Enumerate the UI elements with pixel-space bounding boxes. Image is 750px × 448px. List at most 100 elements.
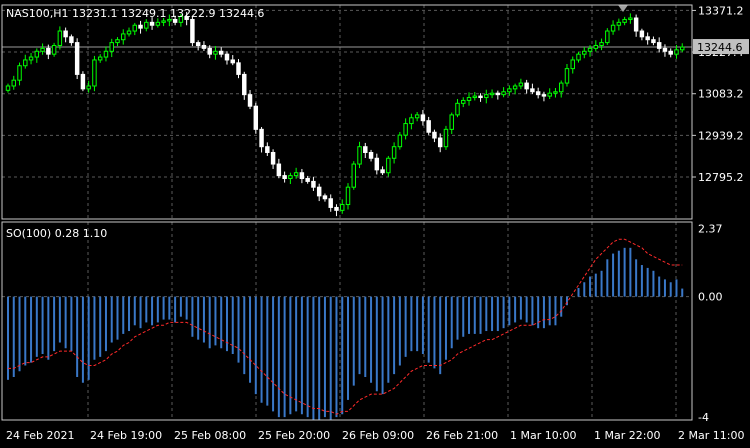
candle-body <box>628 17 633 20</box>
osc-y-tick-label: 0.00 <box>698 291 723 304</box>
candle-body <box>311 180 316 188</box>
candle-body <box>576 53 581 61</box>
candle-body <box>403 123 408 136</box>
y-tick-label: 12795.2 <box>698 171 744 184</box>
candle-body <box>564 68 570 84</box>
candle-body <box>541 94 547 97</box>
candle-body <box>218 50 224 55</box>
candle-body <box>138 24 143 29</box>
y-tick-label: 12939.2 <box>698 129 744 142</box>
x-tick-label: 26 Feb 09:00 <box>342 429 414 442</box>
candle-body <box>553 91 558 94</box>
candle-body <box>489 92 495 96</box>
candle-body <box>282 175 287 180</box>
y-tick-label: 13083.2 <box>698 88 744 101</box>
candle-body <box>224 53 230 61</box>
candle-body <box>34 50 40 58</box>
candle-body <box>155 21 161 26</box>
candle-body <box>265 146 270 153</box>
candle-body <box>437 137 443 148</box>
candle-body <box>11 79 16 87</box>
price-tag-label: 13244.6 <box>697 41 743 54</box>
candle-body <box>74 42 80 75</box>
candle-body <box>680 46 685 51</box>
candle-body <box>288 175 293 180</box>
candle-body <box>115 39 120 44</box>
candle-body <box>351 163 356 188</box>
candle-body <box>651 39 656 44</box>
price-chart-svg[interactable]: 24 Feb 2021 24 Feb 19:00 25 Feb 08:00 25 Fe… <box>0 0 750 444</box>
candle-body <box>17 65 22 81</box>
candle-body <box>645 36 650 41</box>
candle-body <box>161 20 166 23</box>
x-tick-label: 1 Mar 10:00 <box>510 429 576 442</box>
candle-body <box>455 102 460 116</box>
candle-body <box>40 47 45 52</box>
candle-body <box>328 198 333 208</box>
candle-body <box>247 94 253 107</box>
candle-body <box>69 36 74 44</box>
x-tick-label: 25 Feb 20:00 <box>258 429 330 442</box>
candle-body <box>51 44 57 55</box>
candle-body <box>132 24 138 32</box>
osc-y-tick-label: -4 <box>698 411 709 424</box>
candle-body <box>639 30 645 38</box>
candle-body <box>495 92 501 96</box>
candle-body <box>126 30 132 35</box>
candle-body <box>340 204 345 211</box>
x-tick-label: 1 Mar 22:00 <box>594 429 660 442</box>
candle-body <box>368 151 374 159</box>
candle-body <box>599 42 604 46</box>
candle-body <box>426 120 431 133</box>
candle-body <box>201 44 207 49</box>
candle-body <box>443 128 449 148</box>
candle-body <box>518 82 524 87</box>
candle-body <box>530 88 535 93</box>
y-tick-label: 13371.2 <box>698 4 744 17</box>
candle-body <box>535 91 541 96</box>
candle-body <box>230 59 235 64</box>
candle-body <box>582 50 587 55</box>
candle-body <box>547 92 552 97</box>
candle-body <box>593 44 599 49</box>
candle-body <box>633 17 639 32</box>
candle-body <box>121 33 126 41</box>
x-tick-label: 26 Feb 21:00 <box>426 429 498 442</box>
candle-body <box>587 47 593 52</box>
candle-body <box>674 49 679 55</box>
candle-body <box>80 73 86 90</box>
candle-body <box>253 105 259 130</box>
candle-body <box>195 42 201 46</box>
candle-body <box>103 50 109 58</box>
candle-body <box>363 146 368 153</box>
candle-body <box>28 56 34 61</box>
candle-body <box>299 172 305 180</box>
candle-body <box>334 206 339 211</box>
candle-body <box>397 134 403 148</box>
candle-body <box>207 47 212 55</box>
candle-body <box>461 99 466 104</box>
candle-body <box>374 157 380 171</box>
candle-body <box>558 82 564 93</box>
candle-body <box>656 42 662 49</box>
candle-body <box>97 56 103 61</box>
candle-body <box>616 21 622 26</box>
candle-body <box>46 47 51 55</box>
candle-body <box>409 117 414 125</box>
candle-body <box>270 151 276 165</box>
candle-body <box>144 21 149 29</box>
indicator-label: SO(100) 0.28 1.10 <box>6 227 107 240</box>
candle-body <box>610 24 616 32</box>
candle-body <box>414 114 420 119</box>
candle-body <box>668 50 673 55</box>
candle-body <box>213 50 218 55</box>
candle-body <box>605 30 610 44</box>
candle-body <box>345 186 351 206</box>
x-tick-label: 25 Feb 08:00 <box>174 429 246 442</box>
candle-body <box>472 95 478 99</box>
candle-body <box>57 30 63 46</box>
candle-body <box>662 47 668 52</box>
candle-body <box>380 169 385 174</box>
candle-body <box>507 88 512 93</box>
candle-body <box>420 114 426 122</box>
